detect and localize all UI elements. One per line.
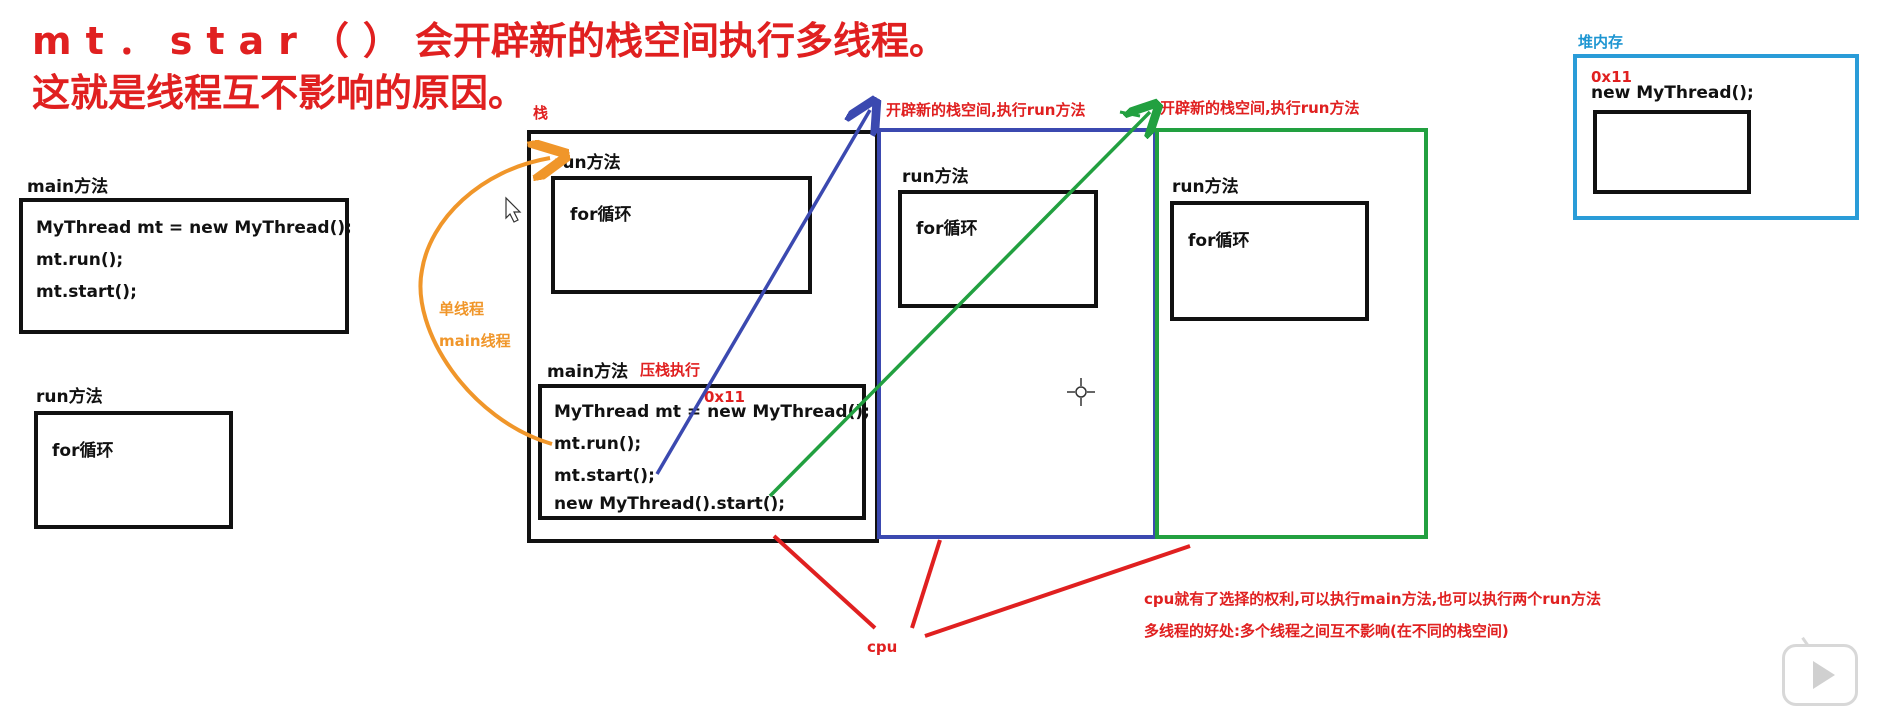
blue-start-arrow xyxy=(655,110,870,475)
green-start-arrow xyxy=(768,112,1150,498)
orange-single-thread-arrow xyxy=(418,158,552,446)
cpu-line-thread-1 xyxy=(910,539,942,629)
cpu-line-main xyxy=(772,534,877,630)
crosshair-icon xyxy=(1067,378,1095,406)
green-caption-tick xyxy=(1119,110,1141,118)
arrows-overlay xyxy=(418,0,1191,638)
cpu-line-thread-2 xyxy=(924,544,1191,638)
play-icon[interactable] xyxy=(1782,644,1858,706)
hand-cursor-icon xyxy=(505,196,522,223)
